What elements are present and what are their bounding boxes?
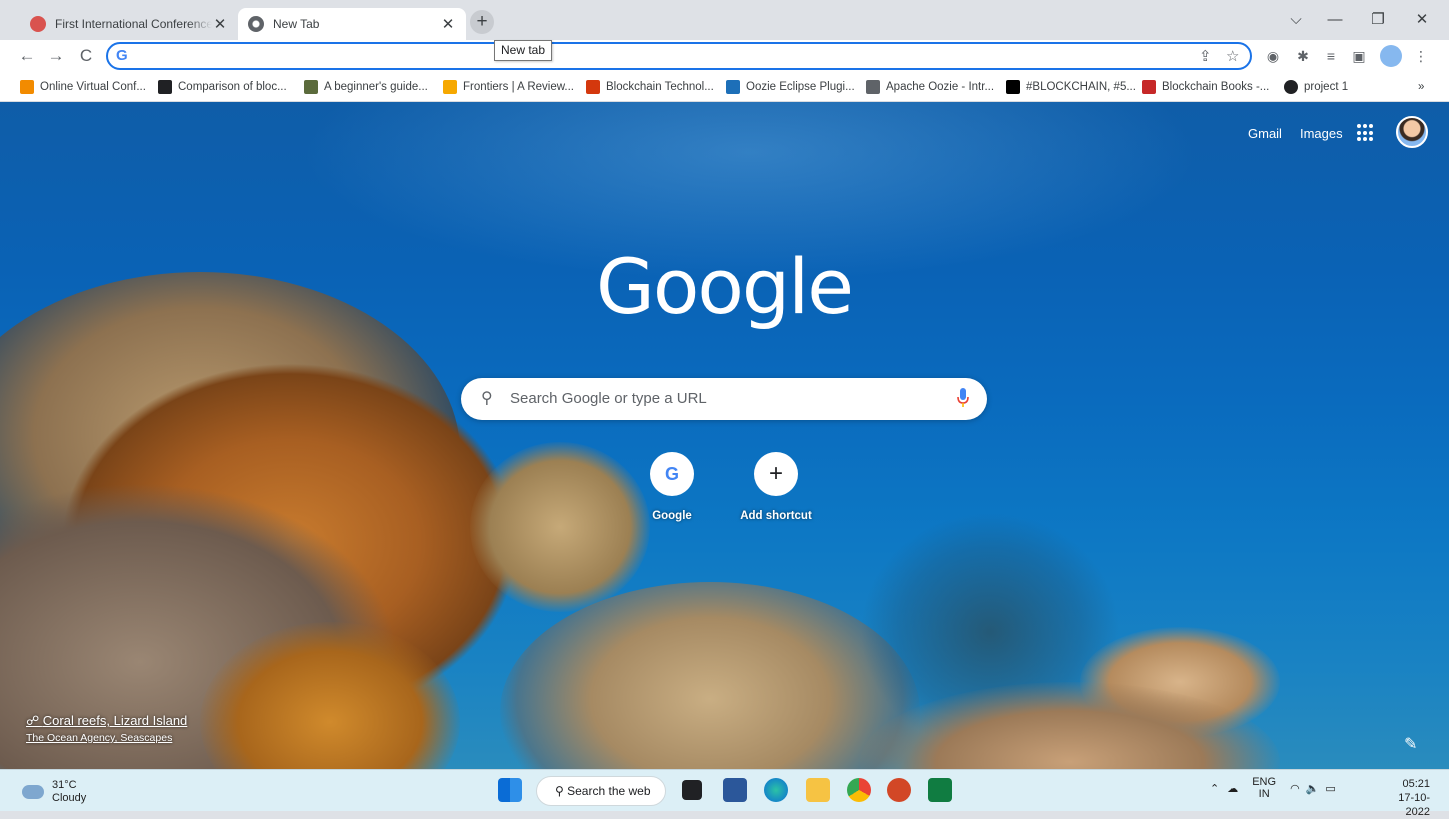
windows-taskbar: 31°C Cloudy ⚲ Search the web ⌃ ☁ ENG IN ◠ … [0, 769, 1449, 818]
tab-new-tab[interactable]: New Tab ✕ [238, 8, 466, 40]
volume-icon[interactable]: 🔈 [1306, 782, 1320, 795]
tab-title: New Tab [273, 17, 320, 31]
bookmark-favicon-icon [304, 80, 318, 94]
bookmark-item[interactable]: Oozie Eclipse Plugi... [726, 78, 855, 96]
bookmark-favicon-icon [443, 80, 457, 94]
clock[interactable]: 05:21 17-10-2022 [1374, 777, 1430, 819]
bookmark-favicon-icon [1006, 80, 1020, 94]
new-tab-page: Gmail Images Google ⚲ Search Google or ty… [0, 102, 1449, 769]
close-window-button[interactable]: ✕ [1410, 8, 1434, 32]
back-button[interactable]: ← [14, 43, 40, 69]
powerpoint-icon[interactable] [887, 778, 911, 802]
bookmark-star-icon[interactable]: ☆ [1226, 47, 1239, 65]
bookmark-favicon-icon [586, 80, 600, 94]
gmail-link[interactable]: Gmail [1248, 126, 1282, 141]
bookmark-item[interactable]: Blockchain Books -... [1142, 78, 1269, 96]
header-links: Gmail Images [1248, 126, 1361, 141]
onedrive-icon[interactable]: ☁ [1227, 782, 1238, 795]
language-indicator[interactable]: ENG IN [1252, 776, 1276, 800]
show-hidden-icons-icon[interactable]: ⌃ [1210, 782, 1219, 795]
bookmark-item[interactable]: Blockchain Technol... [586, 78, 714, 96]
task-view-icon[interactable] [682, 780, 702, 800]
new-tab-tooltip: New tab [494, 40, 553, 61]
add-shortcut-button[interactable]: + Add shortcut [721, 452, 831, 522]
images-link[interactable]: Images [1300, 126, 1343, 141]
bookmark-favicon-icon [726, 80, 740, 94]
share-icon[interactable]: ⇪ [1199, 47, 1212, 65]
google-g-icon: G [650, 452, 694, 496]
bookmark-favicon-icon [20, 80, 34, 94]
word-icon[interactable] [723, 778, 747, 802]
bookmark-favicon-icon [158, 80, 172, 94]
windows-start-icon[interactable] [498, 778, 522, 802]
shortcut-label: Google [652, 510, 692, 522]
github-icon [1284, 80, 1298, 94]
search-input[interactable]: Search Google or type a URL [510, 390, 707, 407]
chrome-favicon-icon [248, 16, 264, 32]
bookmark-item[interactable]: Apache Oozie - Intr... [866, 78, 994, 96]
extension-icon[interactable]: ◉ [1262, 45, 1284, 67]
bookmark-item[interactable]: project 1 [1284, 78, 1348, 96]
google-g-icon: G [116, 47, 128, 64]
address-bar[interactable]: G ⇪ ☆ [106, 42, 1252, 70]
battery-icon[interactable]: ▭ [1325, 782, 1335, 795]
wifi-icon[interactable]: ◠ [1290, 782, 1300, 795]
close-tab-icon[interactable]: ✕ [212, 15, 228, 33]
conference-favicon-icon [30, 16, 46, 32]
profile-avatar-icon[interactable] [1380, 45, 1402, 67]
system-tray: ⌃ ☁ ENG IN ◠ 🔈 ▭ [1210, 776, 1336, 800]
attribution-credit-link[interactable]: The Ocean Agency, Seascapes [26, 732, 187, 744]
plus-icon: + [754, 452, 798, 496]
taskbar-search[interactable]: ⚲ Search the web [536, 776, 666, 806]
file-explorer-icon[interactable] [806, 778, 830, 802]
background-attribution: ☍ Coral reefs, Lizard Island The Ocean A… [26, 713, 187, 744]
bookmarks-overflow-button[interactable]: » [1418, 78, 1424, 96]
edge-icon[interactable] [764, 778, 788, 802]
new-tab-button[interactable]: + [470, 10, 494, 34]
minimize-button[interactable]: — [1323, 8, 1347, 32]
tab-search-chevron-icon[interactable]: ⌵ [1284, 8, 1308, 32]
bookmark-favicon-icon [866, 80, 880, 94]
weather-temp: 31°C [52, 779, 77, 791]
chrome-icon[interactable] [847, 778, 871, 802]
excel-icon[interactable] [928, 778, 952, 802]
close-tab-icon[interactable]: ✕ [440, 15, 456, 33]
bookmark-item[interactable]: Online Virtual Conf... [20, 78, 146, 96]
reading-list-icon[interactable]: ≡ [1320, 45, 1342, 67]
side-panel-icon[interactable]: ▣ [1348, 45, 1370, 67]
weather-desc: Cloudy [52, 792, 87, 804]
account-avatar[interactable] [1396, 116, 1428, 148]
search-box[interactable]: ⚲ Search Google or type a URL [461, 378, 987, 420]
browser-toolbar: ← → C G ⇪ ☆ ◉ ✱ ≡ ▣ ⋮ [0, 40, 1449, 72]
bookmark-favicon-icon [1142, 80, 1156, 94]
extensions-puzzle-icon[interactable]: ✱ [1292, 45, 1314, 67]
bookmark-item[interactable]: A beginner's guide... [304, 78, 428, 96]
attribution-title-link[interactable]: ☍ Coral reefs, Lizard Island [26, 713, 187, 729]
bookmarks-bar: Online Virtual Conf... Comparison of blo… [0, 72, 1449, 102]
weather-widget[interactable]: 31°C Cloudy [22, 779, 86, 805]
reload-button[interactable]: C [73, 43, 99, 69]
bookmark-item[interactable]: Comparison of bloc... [158, 78, 287, 96]
restore-button[interactable]: ❐ [1366, 8, 1390, 32]
google-logo: Google [596, 242, 854, 331]
tab-title: First International Conference on [55, 17, 212, 31]
cloud-icon [22, 785, 44, 799]
tab-strip: First International Conference on ✕ New … [0, 0, 1449, 40]
bookmark-item[interactable]: Frontiers | A Review... [443, 78, 574, 96]
customize-pencil-icon[interactable]: ✎ [1404, 734, 1417, 754]
shortcut-google[interactable]: G Google [617, 452, 727, 522]
tab-conference[interactable]: First International Conference on ✕ [20, 8, 238, 40]
menu-kebab-icon[interactable]: ⋮ [1410, 45, 1432, 67]
forward-button[interactable]: → [43, 43, 69, 69]
microphone-icon[interactable] [957, 388, 969, 408]
bookmark-item[interactable]: #BLOCKCHAIN, #5... [1006, 78, 1136, 96]
shortcut-label: Add shortcut [740, 510, 812, 522]
google-apps-icon[interactable] [1357, 124, 1375, 142]
search-icon: ⚲ [481, 390, 493, 407]
